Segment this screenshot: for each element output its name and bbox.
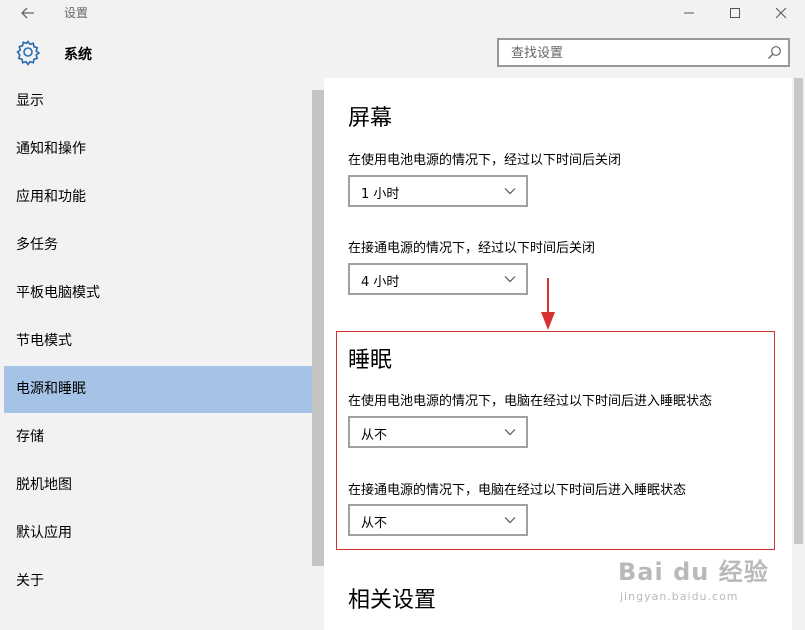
window-title: 设置 — [64, 6, 89, 20]
chevron-down-icon — [504, 188, 516, 195]
screen-battery-label: 在使用电池电源的情况下，经过以下时间后关闭 — [348, 153, 622, 168]
section-title: 系统 — [64, 47, 92, 63]
related-settings-title: 相关设置 — [348, 588, 437, 613]
search-box[interactable] — [497, 38, 790, 67]
minimize-icon — [684, 12, 694, 14]
sleep-plugged-label: 在接通电源的情况下，电脑在经过以下时间后进入睡眠状态 — [348, 483, 687, 498]
sleep-section-title: 睡眠 — [348, 348, 393, 373]
sidebar-item-apps[interactable]: 应用和功能 — [4, 174, 312, 221]
sidebar-item-multitasking[interactable]: 多任务 — [4, 222, 312, 269]
sidebar-scrollbar[interactable] — [312, 90, 324, 566]
sleep-battery-value: 从不 — [361, 428, 388, 443]
sleep-plugged-dropdown[interactable]: 从不 — [348, 504, 528, 536]
maximize-button[interactable] — [712, 0, 758, 26]
sidebar-item-notifications[interactable]: 通知和操作 — [4, 126, 312, 173]
chevron-down-icon — [504, 517, 516, 524]
screen-battery-value: 1 小时 — [361, 187, 400, 202]
gear-icon — [16, 40, 41, 66]
chevron-down-icon — [504, 429, 516, 436]
minimize-button[interactable] — [666, 0, 712, 26]
search-input[interactable] — [509, 40, 763, 67]
sidebar-item-storage[interactable]: 存储 — [4, 414, 312, 461]
title-bar: 设置 — [0, 0, 805, 26]
settings-header: 系统 — [0, 26, 805, 78]
sidebar-item-power-sleep[interactable]: 电源和睡眠 — [4, 366, 312, 413]
screen-battery-dropdown[interactable]: 1 小时 — [348, 175, 528, 207]
sidebar-item-default-apps[interactable]: 默认应用 — [4, 510, 312, 557]
content-scrollbar-thumb[interactable] — [794, 78, 803, 544]
back-arrow-icon — [21, 7, 34, 19]
sleep-battery-label: 在使用电池电源的情况下，电脑在经过以下时间后进入睡眠状态 — [348, 394, 713, 409]
search-icon[interactable] — [767, 45, 782, 60]
screen-plugged-value: 4 小时 — [361, 275, 400, 290]
sleep-battery-dropdown[interactable]: 从不 — [348, 416, 528, 448]
sidebar-item-battery-saver[interactable]: 节电模式 — [4, 318, 312, 365]
baidu-watermark: Bai du 经验 jingyan.baidu.com — [612, 548, 802, 608]
maximize-icon — [730, 8, 740, 18]
sidebar: 显示 通知和操作 应用和功能 多任务 平板电脑模式 节电模式 电源和睡眠 存储 … — [0, 78, 324, 630]
screen-section-title: 屏幕 — [348, 106, 393, 131]
screen-plugged-label: 在接通电源的情况下，经过以下时间后关闭 — [348, 241, 596, 256]
close-icon — [775, 7, 787, 19]
red-arrow-annotation — [541, 278, 555, 330]
sleep-plugged-value: 从不 — [361, 516, 388, 531]
back-button[interactable] — [14, 2, 42, 24]
close-button[interactable] — [758, 0, 804, 26]
screen-plugged-dropdown[interactable]: 4 小时 — [348, 263, 528, 295]
sidebar-item-display[interactable]: 显示 — [4, 78, 312, 125]
sidebar-item-offline-maps[interactable]: 脱机地图 — [4, 462, 312, 509]
watermark-main: Bai du 经验 — [618, 558, 769, 586]
sidebar-item-tablet-mode[interactable]: 平板电脑模式 — [4, 270, 312, 317]
chevron-down-icon — [504, 276, 516, 283]
sidebar-item-about[interactable]: 关于 — [4, 558, 312, 605]
watermark-sub: jingyan.baidu.com — [620, 590, 739, 603]
